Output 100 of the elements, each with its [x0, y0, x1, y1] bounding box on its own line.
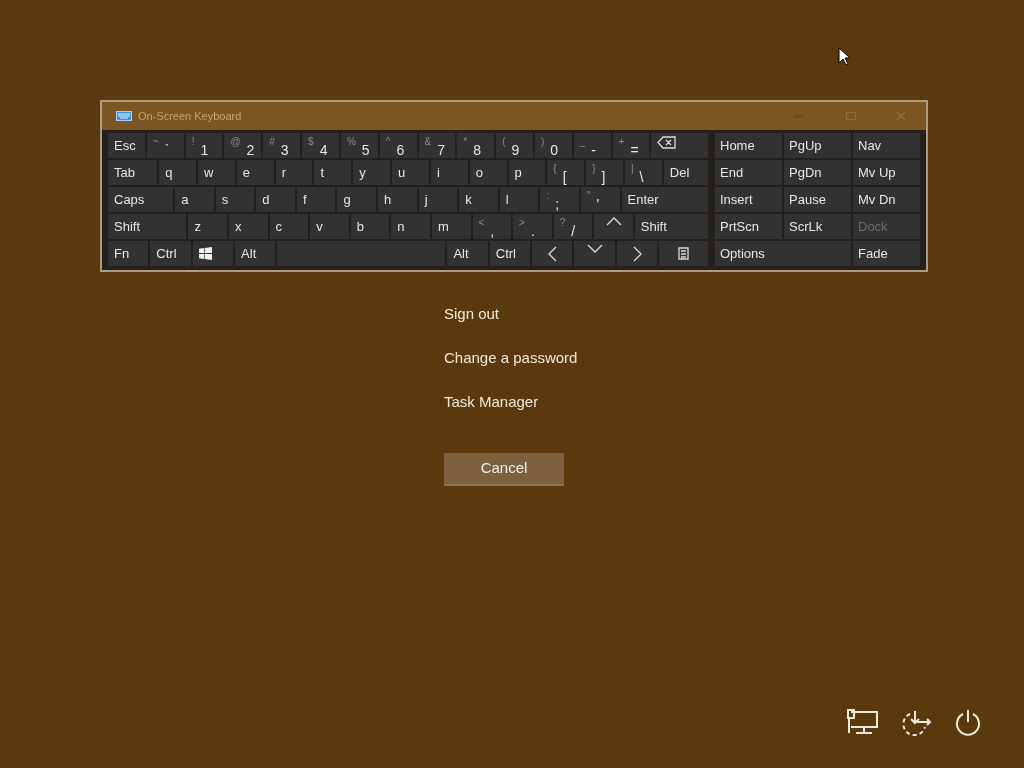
key-character: /: [571, 224, 576, 238]
keyboard-key[interactable]: Fade: [853, 241, 920, 266]
keyboard-key[interactable]: Mv Up: [853, 160, 920, 185]
keyboard-key[interactable]: p: [508, 160, 546, 185]
keyboard-key[interactable]: t: [314, 160, 352, 185]
key-character: \: [639, 170, 644, 184]
keyboard-key[interactable]: [659, 241, 709, 266]
keyboard-key[interactable]: a: [175, 187, 214, 212]
menu-option[interactable]: Task Manager: [444, 392, 1024, 436]
keyboard-key[interactable]: _ -: [573, 133, 611, 158]
menu-option[interactable]: Sign out: [444, 304, 1024, 348]
keyboard-key[interactable]: f: [296, 187, 336, 212]
keyboard-key[interactable]: # 3: [263, 133, 301, 158]
keyboard-key[interactable]: ( 9: [496, 133, 533, 158]
keyboard-key[interactable]: s: [215, 187, 255, 212]
keyboard-key[interactable]: ! 1: [185, 133, 223, 158]
keyboard-key[interactable]: PrtScn: [715, 214, 782, 239]
mouse-pointer-icon: [838, 47, 850, 66]
chevron-right-icon: [632, 246, 642, 262]
keyboard-key[interactable]: c: [269, 214, 309, 239]
keyboard-key[interactable]: q: [159, 160, 197, 185]
keyboard-key[interactable]: } ]: [586, 160, 623, 185]
keyboard-key[interactable]: n: [391, 214, 430, 239]
keyboard-key[interactable]: Home: [715, 133, 782, 158]
keyboard-key[interactable]: w: [198, 160, 235, 185]
keyboard-key[interactable]: [651, 133, 709, 158]
keyboard-key[interactable]: Ctrl: [150, 241, 191, 266]
shift-character: $: [308, 136, 314, 148]
keyboard-key[interactable]: g: [337, 187, 377, 212]
key-character: -: [591, 143, 596, 157]
key-character: 5: [361, 143, 370, 157]
key-character: ,: [490, 224, 495, 238]
keyboard-key[interactable]: Tab: [108, 160, 158, 185]
keyboard-key[interactable]: End: [715, 160, 782, 185]
keyboard-key[interactable]: z: [188, 214, 228, 239]
keyboard-key[interactable]: { [: [547, 160, 585, 185]
keyboard-key[interactable]: ^ 6: [379, 133, 417, 158]
keyboard-key[interactable]: m: [431, 214, 471, 239]
keyboard-key[interactable]: j: [418, 187, 458, 212]
shift-character: <: [478, 217, 485, 229]
key-character: ;: [555, 197, 560, 211]
keyboard-key[interactable]: Nav: [853, 133, 920, 158]
shift-character: +: [618, 136, 625, 148]
key-character: =: [630, 143, 639, 157]
keyboard-key[interactable]: e: [236, 160, 274, 185]
window-title: On-Screen Keyboard: [138, 108, 242, 124]
keyboard-key[interactable]: Ctrl: [489, 241, 531, 266]
keyboard-key[interactable]: i: [430, 160, 468, 185]
shift-character: *: [463, 136, 468, 148]
keyboard-key[interactable]: Esc: [108, 133, 145, 158]
keyboard-key[interactable]: Fn: [108, 241, 149, 266]
shift-character: >: [519, 217, 525, 229]
keyboard-key[interactable]: Shift: [108, 214, 187, 239]
keyboard-key[interactable]: | \: [624, 160, 662, 185]
keyboard-key[interactable]: < ,: [472, 214, 512, 239]
keyboard-key[interactable]: * 8: [457, 133, 495, 158]
keyboard-key[interactable]: l: [499, 187, 539, 212]
keyboard-key[interactable]: v: [310, 214, 349, 239]
keyboard-key[interactable]: r: [275, 160, 313, 185]
keyboard-key[interactable]: Enter: [621, 187, 708, 212]
keyboard-key[interactable]: Del: [663, 160, 709, 185]
keyboard-key[interactable]: Options: [715, 241, 851, 266]
keyboard-key[interactable]: o: [469, 160, 507, 185]
keyboard-key[interactable]: @ 2: [224, 133, 262, 158]
keyboard-key[interactable]: : ;: [540, 187, 579, 212]
keyboard-key[interactable]: u: [392, 160, 429, 185]
keyboard-key[interactable]: " ': [580, 187, 620, 212]
keyboard-key[interactable]: ? /: [553, 214, 593, 239]
menu-option[interactable]: Change a password: [444, 348, 1024, 392]
keyboard-icon: [116, 111, 132, 121]
keyboard-key[interactable]: ScrLk: [784, 214, 851, 239]
shift-character: ": [586, 190, 591, 202]
key-character: 7: [437, 143, 445, 157]
keyboard-key[interactable]: [192, 241, 234, 266]
keyboard-key[interactable]: k: [459, 187, 498, 212]
keyboard-key[interactable]: PgDn: [784, 160, 851, 185]
keyboard-key[interactable]: h: [378, 187, 417, 212]
key-character: 0: [550, 143, 559, 157]
keyboard-key[interactable]: % 5: [340, 133, 378, 158]
keyboard-key[interactable]: ) 0: [534, 133, 572, 158]
keyboard-key[interactable]: PgUp: [784, 133, 851, 158]
keyboard-key[interactable]: + =: [612, 133, 650, 158]
shift-character: @: [230, 136, 241, 148]
key-character: .: [530, 224, 535, 238]
keyboard-key[interactable]: y: [353, 160, 391, 185]
keyboard-key[interactable]: > .: [513, 214, 552, 239]
keyboard-key[interactable]: b: [350, 214, 390, 239]
keyboard-key[interactable]: Pause: [784, 187, 851, 212]
keyboard-key[interactable]: & 7: [418, 133, 456, 158]
keyboard-key[interactable]: Alt: [235, 241, 276, 266]
keyboard-key[interactable]: d: [256, 187, 295, 212]
keyboard-key[interactable]: $ 4: [302, 133, 339, 158]
cancel-button[interactable]: Cancel: [444, 453, 564, 486]
keyboard-key[interactable]: Mv Dn: [853, 187, 920, 212]
keyboard-key[interactable]: Insert: [715, 187, 782, 212]
keyboard-key[interactable]: Alt: [447, 241, 488, 266]
keyboard-key[interactable]: x: [229, 214, 268, 239]
keyboard-key[interactable]: Shift: [634, 214, 708, 239]
keyboard-key[interactable]: ~ `: [146, 133, 184, 158]
keyboard-key[interactable]: Caps: [108, 187, 174, 212]
